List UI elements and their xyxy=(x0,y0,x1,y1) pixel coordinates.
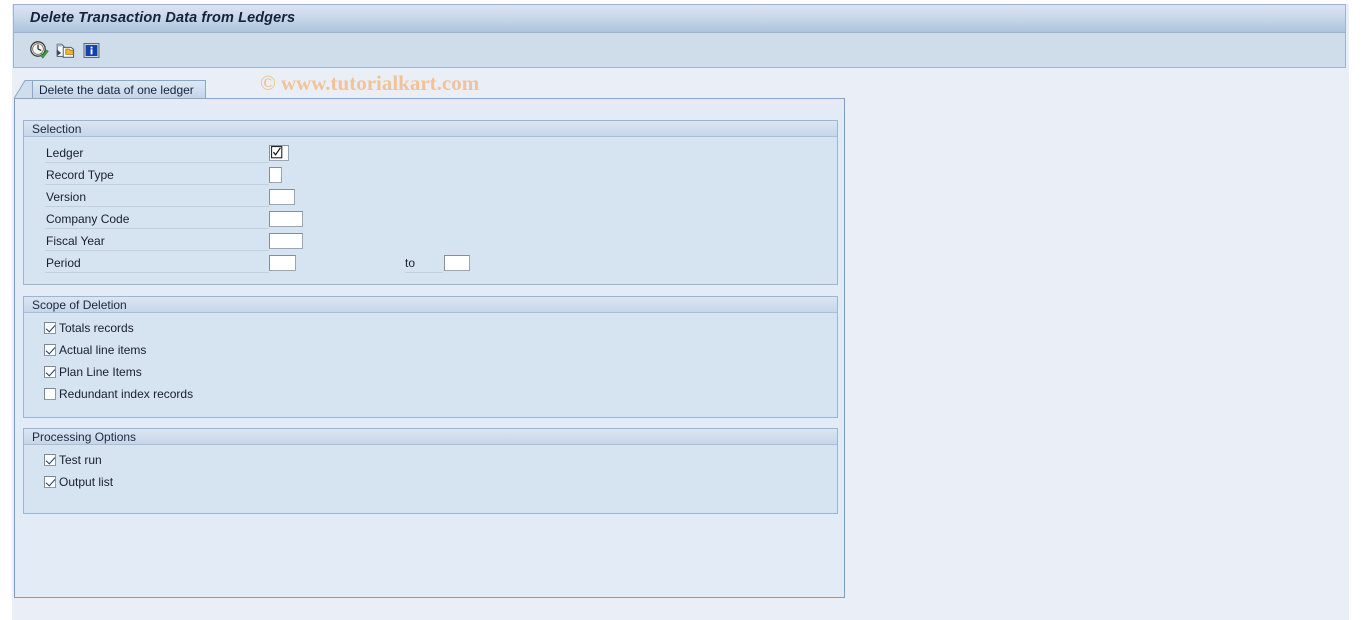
input-record-type[interactable] xyxy=(269,167,282,183)
field-separator-line xyxy=(45,228,269,229)
checkbox-label: Plan Line Items xyxy=(59,365,142,379)
period-to-separator-line xyxy=(405,272,443,273)
checkbox-icon[interactable] xyxy=(44,366,56,378)
field-label-company-code: Company Code xyxy=(46,212,130,226)
input-fiscal-year[interactable] xyxy=(269,233,303,249)
checked-box-icon xyxy=(271,146,283,159)
input-ledger[interactable] xyxy=(269,145,289,161)
input-period[interactable] xyxy=(269,255,296,271)
tab-strip: Delete the data of one ledger xyxy=(14,80,846,99)
group-processing-options-header: Processing Options xyxy=(24,429,837,445)
field-separator-line xyxy=(45,250,269,251)
tab-delete-one-ledger[interactable]: Delete the data of one ledger xyxy=(32,80,206,99)
checkbox-label: Totals records xyxy=(59,321,134,335)
field-label-fiscal-year: Fiscal Year xyxy=(46,234,105,248)
group-scope-of-deletion: Scope of Deletion Totals records Actual l… xyxy=(23,296,838,418)
group-selection-title: Selection xyxy=(32,122,82,136)
scope-option-plan-line-items[interactable]: Plan Line Items xyxy=(44,362,142,382)
group-selection: Selection Ledger Record Type Version Compan… xyxy=(23,120,838,285)
checkbox-icon[interactable] xyxy=(44,388,56,400)
scope-option-redundant-index-records[interactable]: Redundant index records xyxy=(44,384,193,404)
checkbox-label: Test run xyxy=(59,453,102,467)
sap-application-window: Delete Transaction Data from Ledgers © w… xyxy=(0,0,1362,620)
scope-option-totals-records[interactable]: Totals records xyxy=(44,318,134,338)
group-processing-options-title: Processing Options xyxy=(32,430,137,444)
group-processing-options: Processing Options Test run Output list xyxy=(23,428,838,514)
field-separator-line xyxy=(45,206,269,207)
group-scope-header: Scope of Deletion xyxy=(24,297,837,313)
processing-option-output-list[interactable]: Output list xyxy=(44,472,113,492)
checkbox-label: Actual line items xyxy=(59,343,147,357)
group-selection-header: Selection xyxy=(24,121,837,137)
checkbox-icon[interactable] xyxy=(44,454,56,466)
field-separator-line xyxy=(45,272,269,273)
window-frame-right xyxy=(1349,0,1362,620)
input-version[interactable] xyxy=(269,189,295,205)
input-period-to[interactable] xyxy=(444,255,470,271)
tab-leading-edge-decoration xyxy=(14,80,34,99)
checkbox-label: Output list xyxy=(59,475,114,489)
scope-option-actual-line-items[interactable]: Actual line items xyxy=(44,340,146,360)
checkbox-icon[interactable] xyxy=(44,322,56,334)
tab-content-panel: Selection Ledger Record Type Version Compan… xyxy=(14,98,845,598)
window-frame-left xyxy=(0,0,12,620)
checkbox-icon[interactable] xyxy=(44,476,56,488)
field-separator-line xyxy=(45,162,269,163)
checkbox-icon[interactable] xyxy=(44,344,56,356)
execute-icon[interactable] xyxy=(29,40,50,61)
period-to-label: to xyxy=(405,256,416,270)
field-label-ledger: Ledger xyxy=(46,146,84,160)
processing-option-test-run[interactable]: Test run xyxy=(44,450,102,470)
group-scope-title: Scope of Deletion xyxy=(32,298,127,312)
field-separator-line xyxy=(45,184,269,185)
get-variant-icon[interactable] xyxy=(55,40,76,61)
input-company-code[interactable] xyxy=(269,211,303,227)
application-toolbar: © www.tutorialkart.com xyxy=(13,33,1346,95)
field-label-version: Version xyxy=(46,190,87,204)
page-title: Delete Transaction Data from Ledgers xyxy=(30,10,296,26)
field-label-record-type: Record Type xyxy=(46,168,114,182)
title-bar: Delete Transaction Data from Ledgers xyxy=(13,4,1346,33)
field-label-period: Period xyxy=(46,256,81,270)
checkbox-label: Redundant index records xyxy=(59,387,194,401)
information-icon[interactable] xyxy=(81,40,102,61)
